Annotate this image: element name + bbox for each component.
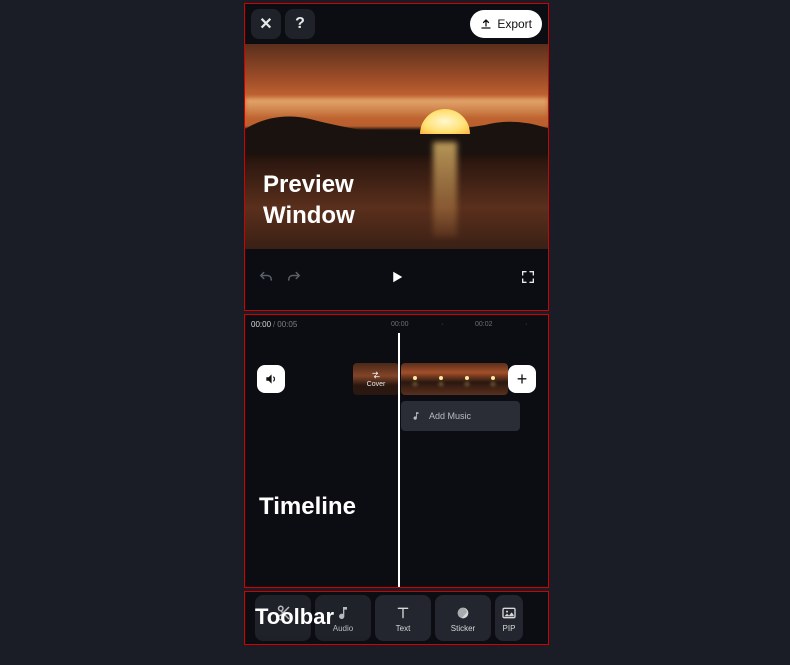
top-bar: ✕ ? Export [245,4,548,44]
playhead[interactable] [398,333,400,587]
toolbar-annotation-label: Toolbar [255,604,334,630]
tool-label: Text [396,624,411,633]
time-indicator: 00:00/00:05 [251,320,297,329]
preview-annotation-label: Preview Window [263,169,355,231]
speaker-icon [264,372,278,386]
play-button[interactable] [388,268,406,286]
export-button[interactable]: Export [470,10,542,38]
mute-button[interactable] [257,365,285,393]
top-left-controls: ✕ ? [251,9,315,39]
tool-sticker[interactable]: Sticker [435,595,491,641]
mountains-silhouette [245,99,548,154]
preview-window: ✕ ? Export Preview W [244,3,549,311]
total-time: 00:05 [277,320,297,329]
time-ruler[interactable]: 00:00/00:05 00:00 · 00:02 · [245,315,548,333]
preview-controls [245,249,548,304]
add-clip-button[interactable]: + [508,365,536,393]
undo-button[interactable] [257,268,275,286]
tool-pip[interactable]: PIP [495,595,523,641]
video-editor-app: ✕ ? Export Preview W [244,3,549,648]
tool-label: Sticker [451,624,475,633]
ruler-dot: · [441,321,443,328]
video-track: Cover + [245,363,548,405]
music-note-icon [335,604,351,622]
timeline-annotation-label: Timeline [259,493,356,521]
text-icon [395,604,411,622]
bottom-toolbar: Toolbar Edit Audio Text Sticker [244,591,549,645]
video-clip[interactable] [401,363,508,395]
plus-icon: + [517,369,528,390]
transition-icon [370,370,382,380]
sticker-icon [455,604,471,622]
music-note-icon [411,411,421,421]
tool-text[interactable]: Text [375,595,431,641]
export-icon [480,18,492,30]
preview-video-frame[interactable]: Preview Window [245,44,548,249]
ruler-mark: 00:00 [391,321,409,328]
image-icon [501,604,517,622]
cover-label: Cover [367,381,386,388]
clip-thumbnail [401,373,508,383]
close-button[interactable]: ✕ [251,9,281,39]
export-label: Export [497,17,532,31]
redo-button[interactable] [285,268,303,286]
tool-label: Audio [333,624,353,633]
current-time: 00:00 [251,320,271,329]
ruler-dot: · [525,321,527,328]
preview-label-line1: Preview [263,169,355,200]
preview-label-line2: Window [263,200,355,231]
close-icon: ✕ [259,14,272,34]
cover-clip[interactable]: Cover [353,363,399,395]
timeline-panel: 00:00/00:05 00:00 · 00:02 · Cover + [244,314,549,588]
sun-reflection [433,142,457,237]
add-music-button[interactable]: Add Music [401,401,520,431]
fullscreen-button[interactable] [520,269,536,285]
add-music-label: Add Music [429,411,471,421]
tool-label: PIP [503,624,516,633]
help-button[interactable]: ? [285,9,315,39]
ruler-mark: 00:02 [475,321,493,328]
help-icon: ? [295,15,305,33]
